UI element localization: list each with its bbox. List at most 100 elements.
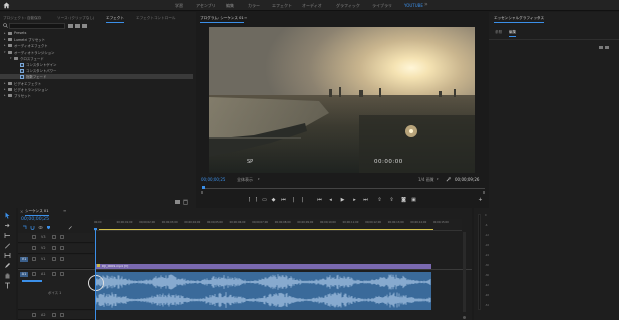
workspace-tab[interactable]: 編集 (226, 3, 234, 9)
workspace-tab[interactable]: ライブラリ (372, 3, 392, 9)
video-track-header[interactable]: V3 (18, 233, 94, 243)
effect-folder[interactable]: ▸ ビデオエフェクト (0, 81, 193, 86)
effect-folder[interactable]: ▸ ビデオトランジション (0, 87, 193, 92)
accelerated-effects-icon[interactable] (68, 24, 73, 28)
fit-dropdown[interactable]: 全体表示 (237, 177, 253, 183)
chevron-right-icon[interactable]: ▸ (4, 43, 6, 47)
video-clip[interactable]: DJI_0009.mp4 [V] (96, 264, 431, 269)
snap-icon[interactable] (30, 225, 35, 230)
go-to-previous-icon[interactable]: ⏮ (317, 197, 322, 203)
add-icon[interactable]: + (478, 197, 483, 203)
crossfade-drop-target[interactable] (88, 275, 104, 291)
step-forward-icon[interactable]: ▸ (352, 197, 357, 203)
sync-lock-icon[interactable] (52, 272, 56, 276)
work-area-bar[interactable] (99, 229, 433, 230)
chevron-right-icon[interactable]: ▸ (4, 81, 6, 85)
workspace-tab[interactable]: オーディオ (302, 3, 322, 9)
comparison-view-icon[interactable]: ▣ (411, 197, 416, 203)
audio-clip[interactable] (96, 272, 431, 310)
track-select-tool-icon[interactable] (4, 222, 11, 229)
new-layer-icon[interactable] (599, 46, 603, 49)
go-to-in-icon[interactable]: ⏮ (281, 197, 286, 203)
workspace-tab[interactable]: YOUTUBE (404, 3, 423, 8)
effect-folder[interactable]: ▸ オーディオエフェクト (0, 43, 193, 48)
video-track-header[interactable]: V1 V1 (18, 255, 94, 269)
eye-icon[interactable] (60, 235, 64, 239)
effect-folder[interactable]: ▸ Lumetri プリセット (0, 37, 193, 42)
workspace-tab[interactable]: アセンブリ (196, 3, 216, 9)
nest-sequence-icon[interactable] (22, 225, 27, 230)
workspace-tab[interactable]: 学習 (175, 3, 183, 9)
audio-track-header[interactable]: A2 (18, 311, 94, 320)
chevron-right-icon[interactable]: ▸ (4, 37, 6, 41)
chevron-right-icon[interactable]: ▸ (4, 93, 6, 97)
chevron-down-icon[interactable]: ▾ (258, 177, 260, 181)
effects-search-input[interactable] (9, 23, 65, 29)
mark-out-icon[interactable]: ⌉ (254, 197, 259, 203)
eye-icon[interactable] (60, 246, 64, 250)
timeline-playhead[interactable] (95, 230, 96, 320)
mute-icon[interactable] (60, 313, 64, 317)
text-tool-icon[interactable] (4, 282, 11, 289)
workspace-overflow-icon[interactable]: » (424, 1, 428, 8)
effect-folder[interactable]: ▸ プリセット (0, 93, 193, 98)
trash-icon[interactable] (183, 199, 188, 205)
mark-in-icon[interactable]: ⌈ (247, 197, 252, 203)
extract-icon[interactable]: ⇪ (389, 197, 394, 203)
mute-icon[interactable] (60, 272, 64, 276)
32bit-effects-icon[interactable] (75, 24, 80, 28)
zoom-handle-left[interactable] (201, 191, 203, 194)
sync-lock-icon[interactable] (52, 313, 56, 317)
close-icon[interactable]: × (20, 209, 23, 214)
tab-effects[interactable]: エフェクト (106, 16, 124, 23)
yuv-effects-icon[interactable] (82, 24, 87, 28)
wrench-icon[interactable] (446, 177, 451, 182)
chevron-right-icon[interactable]: ▸ (4, 87, 6, 91)
chevron-down-icon[interactable]: ▾ (4, 50, 6, 54)
scroll-handle[interactable] (463, 316, 466, 319)
track-volume-slider[interactable] (22, 280, 42, 282)
lock-track-icon[interactable] (32, 246, 36, 250)
new-bin-icon[interactable] (175, 200, 180, 204)
sync-lock-icon[interactable] (52, 257, 56, 261)
effect-item[interactable]: コンスタントゲイン (0, 62, 193, 67)
tab-edit[interactable]: 編集 (509, 30, 517, 37)
program-current-timecode[interactable]: 00;00;00;25 (201, 177, 225, 182)
add-marker-icon[interactable] (46, 225, 51, 230)
panel-menu-icon[interactable]: ≡ (537, 15, 540, 20)
tab-browse[interactable]: 参照 (495, 30, 502, 35)
effect-folder[interactable]: ▾ クロスフェード (0, 56, 193, 61)
linked-selection-icon[interactable] (38, 225, 43, 230)
eye-icon[interactable] (60, 257, 64, 261)
effect-item[interactable]: コンスタントパワー (0, 68, 193, 73)
go-to-in-icon[interactable]: | (291, 197, 296, 203)
lock-track-icon[interactable] (32, 257, 36, 261)
audio-track-header[interactable]: A1 A1 ボイス 1 (18, 270, 94, 310)
tab-project[interactable]: プロジェクト: 自動保存 (3, 16, 41, 21)
selection-tool-icon[interactable] (4, 212, 11, 219)
lift-icon[interactable]: ⇧ (377, 197, 382, 203)
monitor-playhead[interactable] (202, 186, 205, 189)
source-patch[interactable]: A1 (20, 272, 28, 277)
program-video-frame[interactable]: SP 00:00:00 (209, 27, 475, 173)
effect-folder[interactable]: ▸ Presets (0, 31, 193, 36)
timeline-sequence-tab[interactable]: シーケンス 01 (25, 209, 49, 216)
go-to-next-icon[interactable]: ⏭ (363, 197, 368, 203)
lock-track-icon[interactable] (32, 235, 36, 239)
quality-dropdown[interactable]: 1/4 画質 (418, 177, 434, 183)
slip-tool-icon[interactable] (4, 252, 11, 259)
timeline-timecode[interactable]: 00;00;00;25 (21, 217, 49, 222)
step-back-icon[interactable]: ◂ (328, 197, 333, 203)
go-to-out-icon[interactable]: | (300, 197, 305, 203)
camera-icon[interactable]: ◙ (401, 197, 406, 203)
chevron-right-icon[interactable]: ▸ (4, 31, 6, 35)
timeline-vertical-scrollbar[interactable] (463, 232, 466, 312)
effect-item[interactable]: 指数フェード (0, 74, 193, 80)
tab-effect-controls[interactable]: エフェクトコントロール (136, 16, 176, 21)
panel-menu-icon[interactable]: ≡ (63, 208, 66, 213)
sync-lock-icon[interactable] (52, 246, 56, 250)
source-patch[interactable]: V1 (20, 257, 28, 262)
pen-tool-icon[interactable] (4, 262, 11, 269)
tab-source[interactable]: ソース: (クリップなし) (57, 16, 94, 21)
chevron-down-icon[interactable]: ▾ (10, 56, 12, 60)
